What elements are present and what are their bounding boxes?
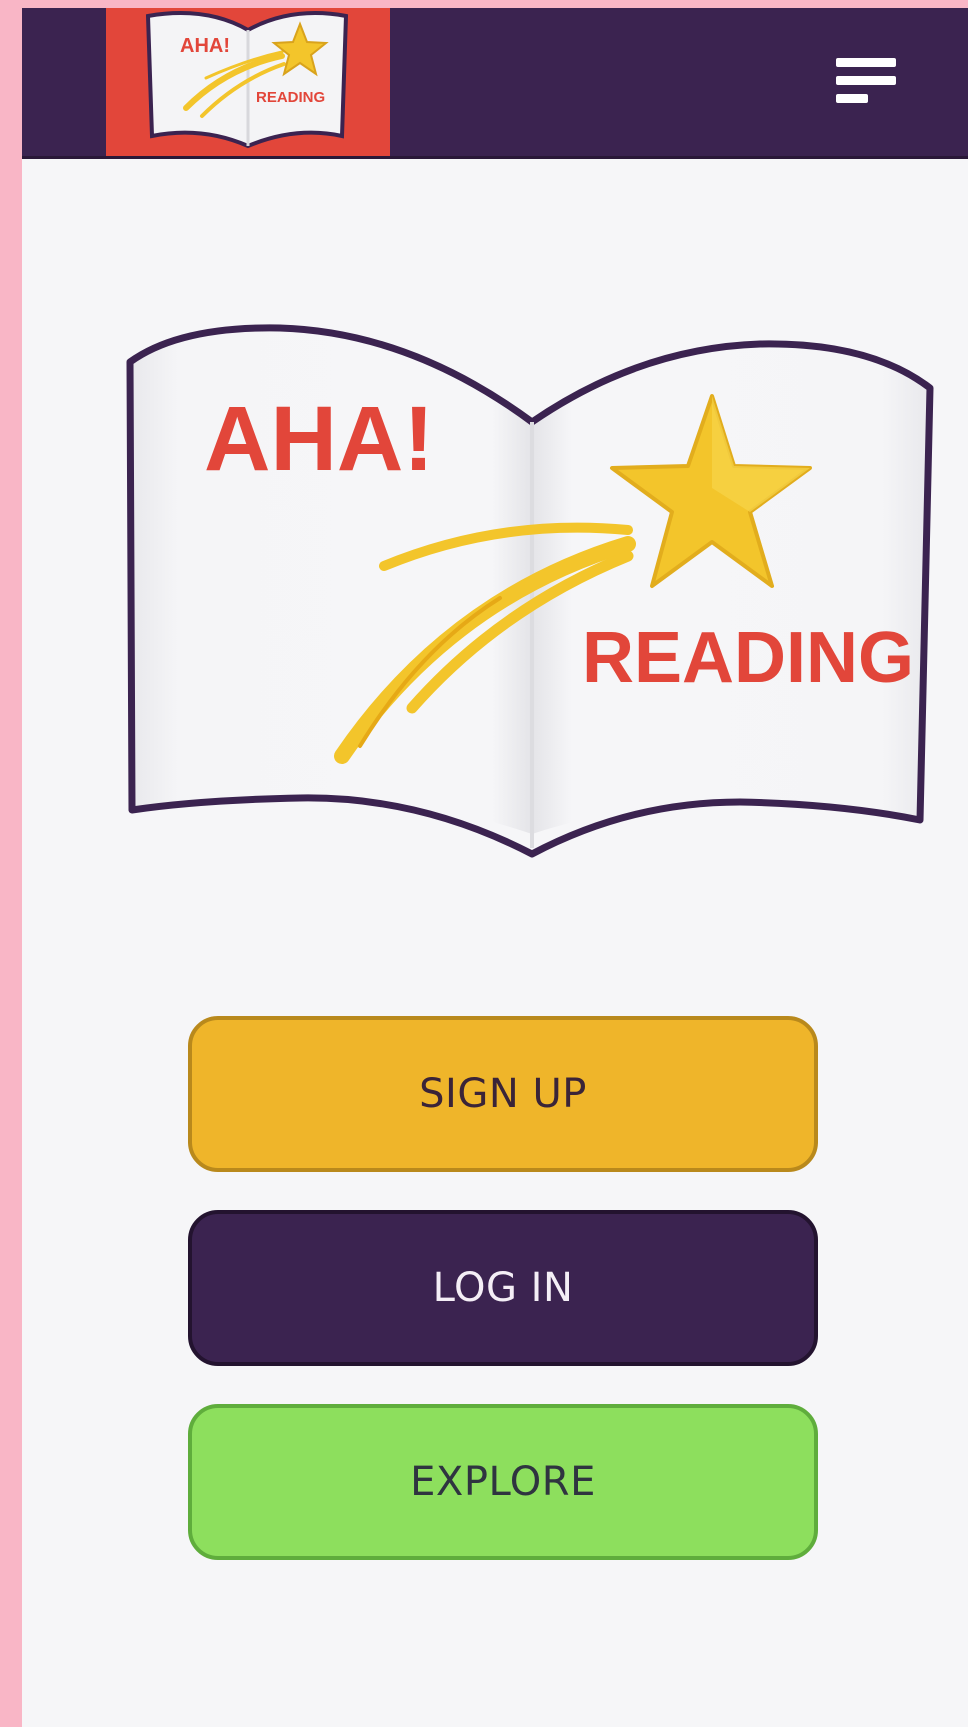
hero-title-aha: AHA!: [204, 388, 434, 490]
app-frame: AHA! READING AHA! READING SIGN UP LOG IN…: [22, 8, 968, 1727]
log-in-button[interactable]: LOG IN: [188, 1210, 818, 1366]
top-bar: AHA! READING: [22, 8, 968, 159]
log-in-label: LOG IN: [432, 1265, 574, 1311]
sign-up-button[interactable]: SIGN UP: [188, 1016, 818, 1172]
open-book-icon: AHA! READING: [126, 324, 934, 858]
hero-logo: AHA! READING: [120, 308, 940, 868]
header-logo-line1: AHA!: [180, 35, 230, 57]
sign-up-label: SIGN UP: [419, 1071, 587, 1117]
header-logo-line2: READING: [256, 89, 325, 106]
hero-title-reading: READING: [582, 618, 914, 698]
header-book-logo-icon: AHA! READING: [145, 11, 349, 149]
hamburger-menu-icon[interactable]: [830, 50, 902, 112]
header-logo[interactable]: AHA! READING: [106, 8, 390, 156]
explore-button[interactable]: EXPLORE: [188, 1404, 818, 1560]
explore-label: EXPLORE: [410, 1459, 596, 1505]
